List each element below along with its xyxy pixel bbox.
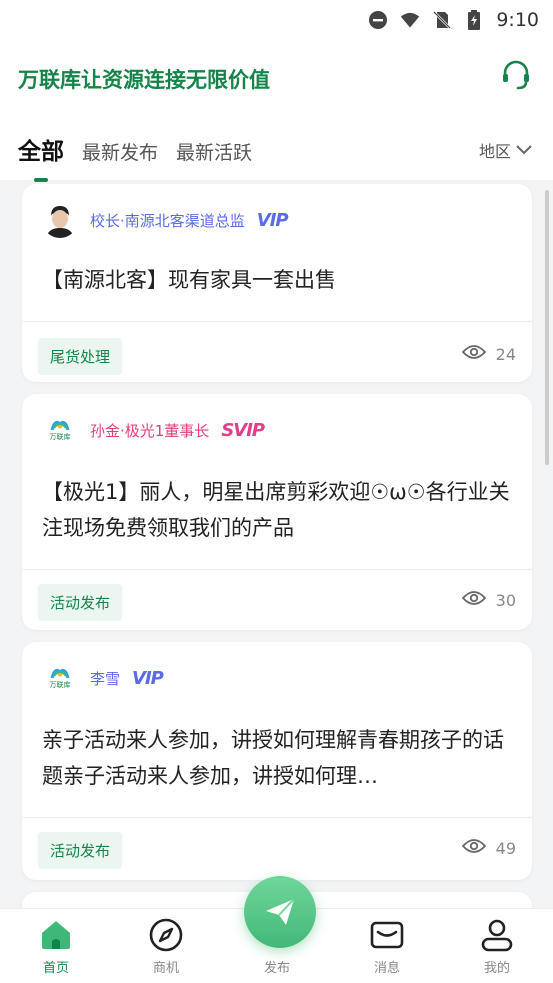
- view-count: 30: [461, 590, 516, 610]
- post-card[interactable]: 校长·南源北客渠道总监 VIP 【南源北客】现有家具一套出售 尾货处理 24: [22, 184, 532, 382]
- battery-charging-icon: [464, 10, 484, 30]
- vip-badge: VIP: [256, 209, 289, 231]
- mail-icon: [370, 921, 404, 949]
- category-tag[interactable]: 活动发布: [38, 584, 123, 621]
- post-author[interactable]: 万联库 李雪 VIP: [42, 660, 164, 696]
- nav-opportunities[interactable]: 商机: [126, 917, 206, 976]
- avatar[interactable]: 万联库: [42, 660, 78, 696]
- divider: [22, 817, 532, 818]
- nav-label: 消息: [373, 961, 400, 976]
- tab-latest-active[interactable]: 最新活跃: [176, 138, 252, 165]
- avatar[interactable]: [42, 202, 78, 238]
- view-count: 49: [461, 838, 516, 858]
- post-text[interactable]: 【极光1】丽人，明星出席剪彩欢迎☉ω☉各行业关注现场免费领取我们的产品: [42, 474, 512, 546]
- region-label: 地区: [478, 142, 511, 161]
- author-name: 李雪: [90, 669, 121, 688]
- publish-button[interactable]: [244, 876, 316, 948]
- divider: [22, 321, 532, 322]
- app-title: 万联库让资源连接无限价值: [18, 68, 270, 92]
- category-tag[interactable]: 尾货处理: [38, 338, 123, 375]
- eye-icon: [461, 590, 486, 610]
- no-sim-icon: [432, 10, 452, 30]
- customer-service-icon[interactable]: [499, 58, 533, 92]
- filter-tabs: 全部 最新发布 最新活跃: [18, 132, 252, 182]
- chevron-down-icon: [515, 141, 533, 160]
- post-card[interactable]: 万联库 孙金·极光1董事长 SVIP 【极光1】丽人，明星出席剪彩欢迎☉ω☉各行…: [22, 394, 532, 630]
- vip-badge: VIP: [132, 667, 164, 689]
- author-name: 校长·南源北客渠道总监: [90, 211, 245, 230]
- divider: [22, 569, 532, 570]
- wifi-icon: [400, 10, 420, 30]
- status-bar: 9:10: [0, 0, 553, 40]
- nav-label: 首页: [42, 961, 69, 976]
- post-card[interactable]: 万联库 李雪 VIP 亲子活动来人参加，讲授如何理解青春期孩子的话题亲子活动来人…: [22, 642, 532, 880]
- view-count-value: 49: [495, 838, 516, 858]
- send-icon: [266, 898, 295, 925]
- logo-text: 万联库: [49, 681, 71, 689]
- scrollbar[interactable]: [545, 190, 549, 465]
- user-icon: [481, 919, 513, 952]
- header: 万联库让资源连接无限价值 全部 最新发布 最新活跃 地区: [0, 40, 553, 182]
- eye-icon: [461, 344, 486, 364]
- post-text[interactable]: 亲子活动来人参加，讲授如何理解青春期孩子的话题亲子活动来人参加，讲授如何理…: [42, 722, 512, 794]
- avatar[interactable]: 万联库: [42, 412, 78, 448]
- nav-label: 发布: [263, 961, 290, 976]
- view-count-value: 24: [495, 344, 516, 364]
- nav-profile[interactable]: 我的: [457, 917, 537, 976]
- view-count: 24: [461, 344, 516, 364]
- do-not-disturb-icon: [368, 10, 388, 30]
- post-author[interactable]: 万联库 孙金·极光1董事长 SVIP: [42, 412, 265, 448]
- status-time: 9:10: [496, 9, 539, 31]
- post-feed[interactable]: 校长·南源北客渠道总监 VIP 【南源北客】现有家具一套出售 尾货处理 24 万…: [0, 180, 553, 910]
- nav-messages[interactable]: 消息: [347, 917, 427, 976]
- logo-text: 万联库: [49, 433, 71, 441]
- category-tag[interactable]: 活动发布: [38, 832, 123, 869]
- nav-home[interactable]: 首页: [16, 917, 96, 976]
- tab-latest-published[interactable]: 最新发布: [82, 138, 158, 165]
- post-author[interactable]: 校长·南源北客渠道总监 VIP: [42, 202, 289, 238]
- region-filter[interactable]: 地区: [479, 138, 533, 162]
- author-name: 孙金·极光1董事长: [90, 421, 210, 440]
- compass-icon: [149, 918, 183, 952]
- view-count-value: 30: [495, 590, 516, 610]
- svip-badge: SVIP: [221, 419, 265, 441]
- post-text[interactable]: 【南源北客】现有家具一套出售: [42, 262, 512, 298]
- tab-all[interactable]: 全部: [18, 132, 64, 182]
- eye-icon: [461, 838, 486, 858]
- nav-label: 商机: [152, 961, 179, 976]
- nav-label: 我的: [483, 961, 510, 976]
- home-icon: [42, 921, 70, 949]
